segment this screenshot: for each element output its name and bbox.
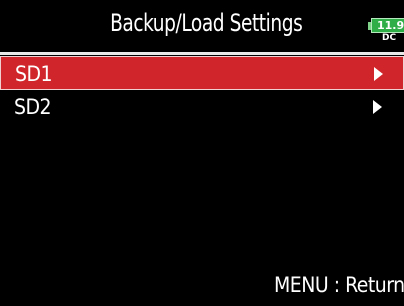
header-bar: Backup/Load Settings 11.9 DC: [0, 0, 404, 52]
menu-item-label: SD1: [15, 62, 53, 86]
header-divider: [0, 52, 404, 55]
menu-item-sd1[interactable]: SD1: [0, 56, 404, 90]
chevron-right-icon: [374, 67, 383, 81]
battery-voltage: 11.9: [377, 19, 404, 32]
battery-icon: 11.9: [371, 18, 404, 33]
menu-item-label: SD2: [14, 95, 52, 119]
menu-item-sd2[interactable]: SD2: [0, 90, 404, 124]
chevron-right-icon: [373, 100, 382, 114]
power-source-label: DC: [382, 33, 397, 43]
menu-return-hint: MENU : Return: [274, 273, 404, 297]
device-screen: Backup/Load Settings 11.9 DC SD1 SD2 MEN…: [0, 0, 404, 306]
battery-indicator: 11.9 DC: [368, 18, 404, 44]
page-title: Backup/Load Settings: [110, 9, 303, 37]
menu-list: SD1 SD2: [0, 56, 404, 124]
